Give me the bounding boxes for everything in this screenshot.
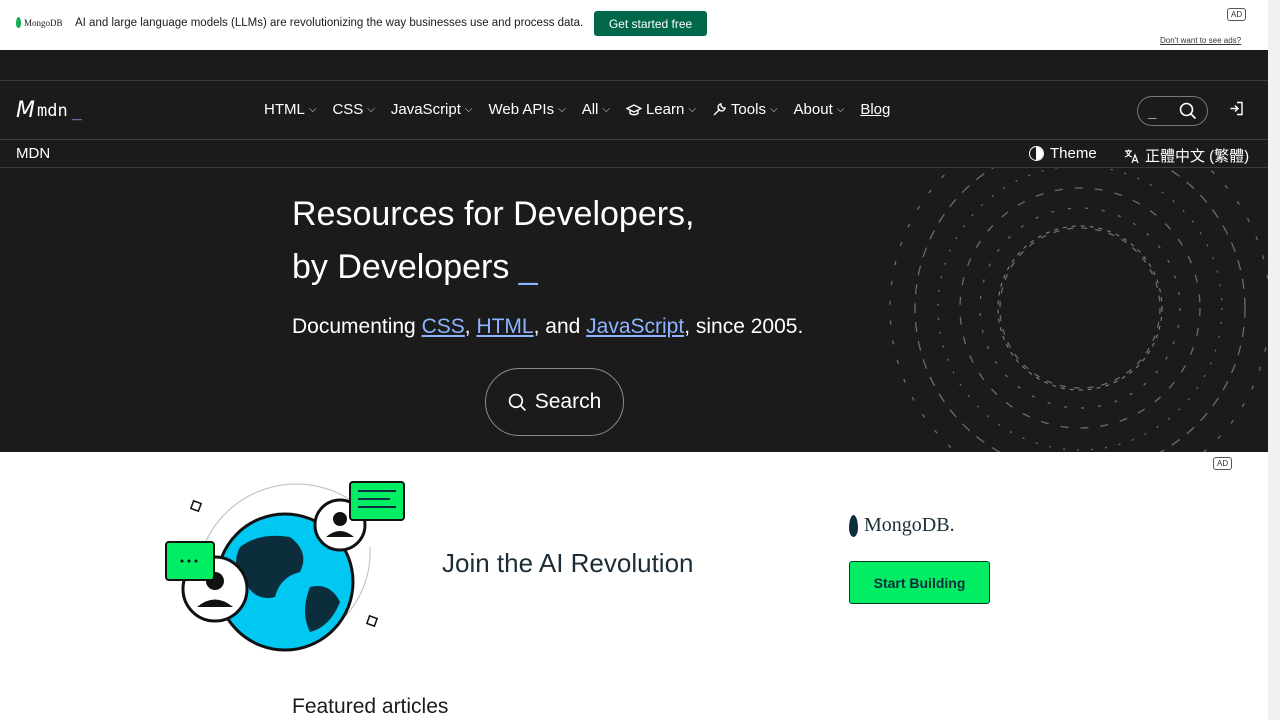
css-link[interactable]: CSS: [422, 315, 465, 338]
javascript-link[interactable]: JavaScript: [586, 315, 684, 338]
nav-label: Learn: [645, 101, 685, 118]
divider: [0, 80, 1268, 81]
nav-web-apis[interactable]: Web APIs ⌵: [489, 101, 566, 118]
nav-about[interactable]: About ⌵: [794, 101, 845, 118]
featured-articles-heading: Featured articles: [292, 695, 449, 718]
ad-section[interactable]: AD Join the AI Revolution MongoDB. Start…: [0, 452, 1268, 720]
search-icon: [1179, 102, 1197, 120]
hero-title: Resources for Developers, by Developers …: [292, 188, 695, 294]
ad-badge: AD: [1213, 457, 1233, 470]
search-icon: [508, 393, 526, 411]
mdn-logo-text: mdn: [36, 100, 68, 121]
nav-css[interactable]: CSS ⌵: [332, 101, 374, 118]
nav-label: All: [581, 101, 599, 118]
hero-search-label: Search: [534, 390, 602, 413]
ad-headline[interactable]: Join the AI Revolution: [442, 548, 694, 579]
nav-label: JavaScript: [390, 101, 461, 118]
ad-brand: MongoDB: [24, 17, 63, 28]
chevron-down-icon: ⌵: [558, 104, 566, 115]
ad-badge: AD: [1227, 8, 1247, 21]
login-icon[interactable]: [1229, 101, 1244, 119]
page-scrollbar[interactable]: [1268, 0, 1280, 720]
page-header: M mdn _ HTML ⌵ CSS ⌵ JavaScript ⌵ Web APIs ⌵…: [0, 50, 1268, 452]
nav-label: CSS: [332, 101, 364, 118]
start-building-button[interactable]: Start Building: [849, 561, 990, 604]
nav-label: HTML: [264, 101, 305, 118]
chevron-down-icon: ⌵: [769, 104, 778, 115]
hero-title-line1: Resources for Developers,: [292, 195, 695, 233]
nav-all[interactable]: All ⌵: [582, 101, 610, 118]
language-switcher[interactable]: 正體中文 (繁體): [1124, 145, 1249, 166]
theme-icon: [1029, 146, 1044, 161]
theme-switcher[interactable]: Theme: [1029, 145, 1097, 162]
chevron-down-icon: ⌵: [688, 104, 696, 115]
chevron-down-icon: ⌵: [367, 104, 375, 115]
search-cursor: _: [1148, 103, 1157, 119]
top-ad-banner[interactable]: MongoDB AI and large language models (LL…: [0, 0, 1268, 50]
nav-label: About: [793, 101, 833, 118]
hero-subtitle: Documenting CSS, HTML, and JavaScript, s…: [292, 315, 803, 339]
get-started-button[interactable]: Get started free: [594, 11, 707, 36]
chevron-down-icon: ⌵: [836, 104, 845, 115]
language-label: 正體中文 (繁體): [1145, 148, 1250, 165]
nav-label: Web APIs: [488, 101, 555, 118]
hero-sub-prefix: Documenting: [292, 315, 422, 338]
mongodb-brand: MongoDB.: [864, 514, 955, 536]
hero-title-line2: by Developers _: [292, 241, 695, 294]
chevron-down-icon: ⌵: [602, 104, 610, 115]
hero-sub-suffix: , since 2005.: [684, 315, 804, 338]
decorative-circles-graphic: [889, 168, 1268, 452]
nav-blog[interactable]: Blog: [860, 101, 890, 118]
nav-label: Tools: [730, 101, 766, 118]
mongodb-logo[interactable]: MongoDB.: [849, 514, 955, 537]
main-nav: HTML ⌵ CSS ⌵ JavaScript ⌵ Web APIs ⌵ All ⌵ Le…: [264, 101, 906, 118]
globe-illustration: [165, 481, 405, 652]
graduation-cap-icon: [625, 103, 642, 115]
nav-tools[interactable]: Tools ⌵: [712, 101, 778, 118]
leaf-icon: [849, 514, 858, 537]
html-link[interactable]: HTML: [476, 315, 533, 338]
theme-label: Theme: [1050, 145, 1097, 162]
leaf-icon: [16, 17, 21, 28]
ad-text[interactable]: AI and large language models (LLMs) are …: [75, 17, 583, 29]
nav-javascript[interactable]: JavaScript ⌵: [391, 101, 473, 118]
mdn-logo-cursor: _: [71, 100, 82, 121]
hero-search-button[interactable]: Search: [485, 368, 624, 436]
mdn-logo-mark: M: [16, 98, 35, 123]
breadcrumb[interactable]: MDN: [16, 145, 50, 162]
hero-sub-sep: , and: [533, 315, 587, 338]
mongodb-ad-logo[interactable]: MongoDB: [16, 17, 63, 28]
wrench-icon: [713, 103, 726, 116]
hero-sub-sep: ,: [464, 315, 477, 338]
header-search-button[interactable]: _: [1137, 96, 1208, 126]
chevron-down-icon: ⌵: [308, 104, 317, 115]
nav-learn[interactable]: Learn ⌵: [625, 101, 696, 118]
translate-icon: [1124, 149, 1139, 163]
dont-want-ads-link[interactable]: Don't want to see ads?: [1160, 36, 1241, 45]
hero-title-line2-text: by Developers: [292, 248, 510, 286]
mdn-logo[interactable]: M mdn _: [16, 98, 82, 123]
hero-cursor: _: [518, 248, 538, 286]
chevron-down-icon: ⌵: [464, 104, 473, 115]
nav-html[interactable]: HTML ⌵: [264, 101, 316, 118]
divider: [0, 139, 1268, 140]
